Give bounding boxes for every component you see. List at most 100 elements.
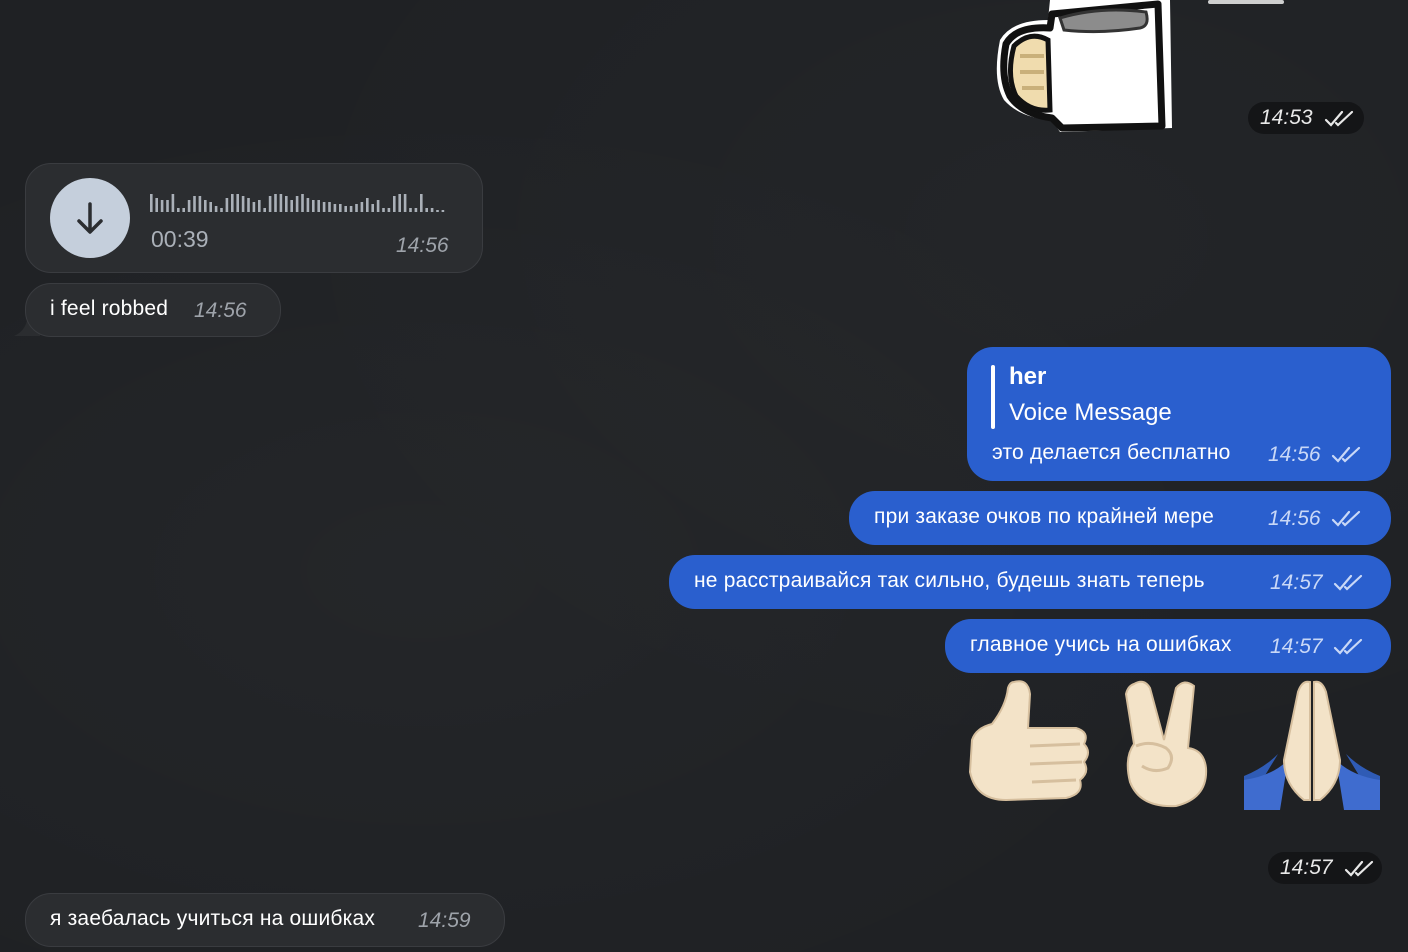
reply-text: Voice Message xyxy=(1009,399,1172,426)
waveform-bar xyxy=(366,198,369,212)
waveform-bar xyxy=(409,208,412,212)
waveform-bar xyxy=(403,194,407,212)
sticker-time-pill: 14:53 xyxy=(1248,102,1364,134)
waveform-bar xyxy=(177,208,180,212)
message-time: 14:59 xyxy=(418,909,471,932)
message-text: я заебалась учиться на ошибках xyxy=(50,907,376,930)
reply-quote[interactable]: her Voice Message xyxy=(991,361,1351,431)
waveform-bar xyxy=(160,200,164,212)
voice-message-bubble[interactable]: 00:39 14:56 xyxy=(25,163,483,273)
waveform-bar xyxy=(252,202,256,212)
waveform-bar xyxy=(344,206,347,212)
emoji-message[interactable] xyxy=(960,676,1390,814)
waveform-bar xyxy=(339,204,342,212)
waveform-bar xyxy=(290,200,293,212)
waveform-bar xyxy=(441,210,445,212)
message-time: 14:56 xyxy=(1268,507,1321,530)
folded-hands-icon xyxy=(1244,680,1380,810)
message-i-feel-robbed[interactable]: i feel robbed 14:56 xyxy=(25,283,281,337)
waveform-bar xyxy=(182,208,185,212)
double-check-icon xyxy=(1331,446,1361,463)
double-check-icon xyxy=(1333,638,1363,655)
waveform-bar xyxy=(398,194,401,212)
message-text: i feel robbed xyxy=(50,297,169,320)
message-reply-bubble[interactable]: her Voice Message это делается бесплатно… xyxy=(967,347,1391,481)
waveform-bar xyxy=(430,208,434,212)
waveform-bar xyxy=(263,208,266,212)
double-check-icon xyxy=(1324,110,1354,127)
waveform-bar xyxy=(258,200,261,212)
reply-author: her xyxy=(1009,363,1047,390)
waveform-bar xyxy=(285,196,288,212)
voice-time: 14:56 xyxy=(396,234,449,257)
message-text: при заказе очков по крайней мере xyxy=(874,505,1215,528)
waveform-bar xyxy=(198,196,202,212)
waveform-bar xyxy=(214,206,218,212)
waveform-bar xyxy=(295,196,299,212)
message-tired-of-mistakes[interactable]: я заебалась учиться на ошибках 14:59 xyxy=(25,893,505,947)
voice-duration: 00:39 xyxy=(151,226,209,252)
message-text: главное учись на ошибках xyxy=(970,633,1232,656)
waveform-bar xyxy=(155,198,158,212)
message-learn-from-mistakes[interactable]: главное учись на ошибках 14:57 xyxy=(945,619,1391,673)
waveform-bar xyxy=(322,202,326,212)
waveform-bar xyxy=(236,194,239,212)
message-time: 14:56 xyxy=(1268,443,1321,466)
message-time: 14:57 xyxy=(1270,635,1323,658)
double-check-icon xyxy=(1331,510,1361,527)
thumbs-up-icon xyxy=(968,680,1089,802)
waveform[interactable] xyxy=(150,190,450,216)
message-text: не расстраивайся так сильно, будешь знат… xyxy=(694,569,1205,592)
waveform-bar xyxy=(241,196,245,212)
waveform-bar xyxy=(328,202,331,212)
waveform-bar xyxy=(301,194,304,212)
waveform-bar xyxy=(436,210,439,212)
waveform-bar xyxy=(268,196,272,212)
waveform-bar xyxy=(247,198,250,212)
double-check-icon xyxy=(1344,860,1374,877)
arrow-down-icon xyxy=(77,202,103,234)
waveform-bar xyxy=(376,200,380,212)
chat-window: { "chat": { "sticker": { "name": "mug-st… xyxy=(0,0,1408,952)
waveform-bar xyxy=(414,208,418,212)
waveform-bar xyxy=(193,196,196,212)
message-time: 14:57 xyxy=(1270,571,1323,594)
emoji-time: 14:57 xyxy=(1280,856,1333,879)
message-dont-be-upset[interactable]: не расстраивайся так сильно, будешь знат… xyxy=(669,555,1391,609)
waveform-bar xyxy=(274,194,277,212)
waveform-bar xyxy=(393,196,396,212)
message-time: 14:56 xyxy=(194,299,247,322)
emoji-time-pill: 14:57 xyxy=(1268,852,1382,884)
waveform-bar xyxy=(360,202,364,212)
waveform-bar xyxy=(209,202,212,212)
waveform-bar xyxy=(355,204,358,212)
waveform-bar xyxy=(204,200,207,212)
waveform-bar xyxy=(150,194,153,212)
message-text: это делается бесплатно xyxy=(992,441,1231,464)
waveform-bar xyxy=(420,194,423,212)
waveform-bar xyxy=(306,198,310,212)
waveform-bar xyxy=(166,200,169,212)
waveform-bar xyxy=(349,206,353,212)
download-voice-button[interactable] xyxy=(50,178,130,258)
waveform-bar xyxy=(317,200,320,212)
waveform-bar xyxy=(312,200,315,212)
waveform-bar xyxy=(387,208,391,212)
waveform-bar xyxy=(231,194,234,212)
waveform-bar xyxy=(279,194,283,212)
mug-sticker-image xyxy=(996,0,1172,132)
message-order-glasses[interactable]: при заказе очков по крайней мере 14:56 xyxy=(849,491,1391,545)
sticker-top-edge xyxy=(1208,0,1284,4)
waveform-bar xyxy=(225,198,229,212)
sticker-time: 14:53 xyxy=(1260,106,1313,129)
double-check-icon xyxy=(1333,574,1363,591)
waveform-bar xyxy=(187,200,191,212)
waveform-bar xyxy=(425,208,428,212)
waveform-bar xyxy=(333,204,337,212)
waveform-bar xyxy=(382,208,385,212)
victory-hand-icon xyxy=(1124,680,1208,808)
waveform-bar xyxy=(220,208,223,212)
waveform-bar xyxy=(171,194,175,212)
mug-sticker[interactable] xyxy=(990,0,1180,140)
waveform-bar xyxy=(371,204,374,212)
